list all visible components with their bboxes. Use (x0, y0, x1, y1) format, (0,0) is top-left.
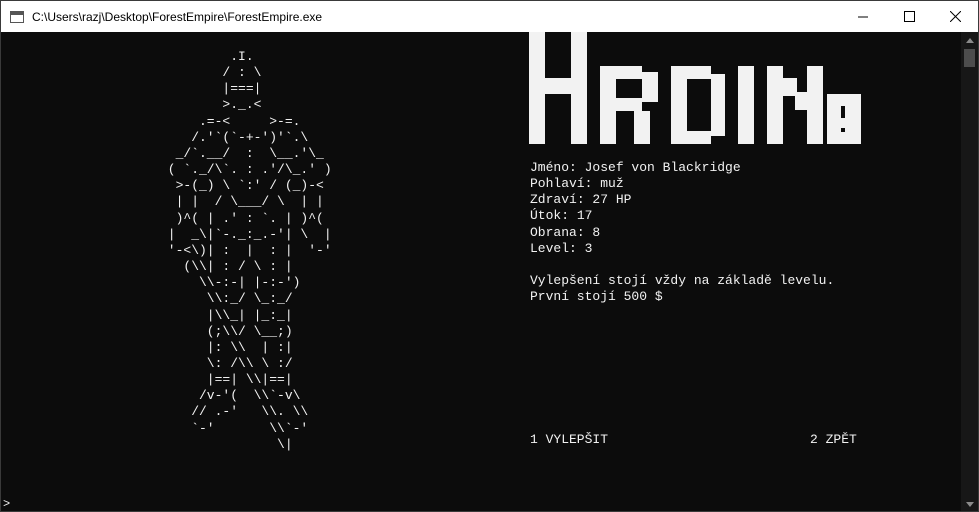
stat-label: Level (530, 240, 570, 256)
stat-line: Jméno: Josef von Blackridge (530, 160, 741, 175)
console-window: C:\Users\razj\Desktop\ForestEmpire\Fores… (0, 0, 979, 512)
minimize-icon (858, 16, 868, 17)
close-button[interactable] (932, 1, 978, 32)
first-upgrade-cost: První stojí 500 $ (530, 289, 663, 305)
stat-label: Jméno (530, 160, 570, 175)
stat-value: 3 (584, 240, 593, 256)
stat-label: Pohlaví (530, 176, 585, 192)
scroll-thumb[interactable] (964, 49, 975, 67)
stat-line: Útok: 17 (530, 208, 593, 224)
maximize-button[interactable] (886, 1, 932, 32)
stat-line: Pohlaví: muž (530, 176, 624, 192)
scroll-down-arrow-icon[interactable] (961, 496, 978, 511)
stat-value: 8 (592, 224, 601, 240)
maximize-icon (903, 11, 915, 22)
stat-label: Zdraví (530, 192, 577, 208)
menu-upgrade-option[interactable]: 1 VYLEPŠIT (530, 432, 608, 447)
upgrade-note: Vylepšení stojí vždy na základě levelu. (530, 272, 835, 288)
stat-value: Josef von Blackridge (584, 160, 741, 175)
stat-line: Level: 3 (530, 240, 593, 256)
hero-stats: Jméno: Josef von Blackridge Pohlaví: muž Z… (530, 160, 834, 257)
menu-back-option[interactable]: 2 ZPĚT (810, 432, 857, 447)
console-output[interactable]: .I. / : \ |===| >._.< .=-< >-=. /.'`(`-+… (1, 32, 961, 511)
hero-info: Jméno: Josef von Blackridge Pohlaví: muž Z… (530, 160, 834, 305)
vertical-scrollbar[interactable] (961, 32, 978, 511)
stat-value: muž (600, 176, 624, 192)
stat-line: Zdraví: 27 HP (530, 192, 632, 208)
close-icon (949, 11, 961, 22)
console-app-icon (10, 10, 24, 23)
hero-ascii-art: .I. / : \ |===| >._.< .=-< >-=. /.'`(`-+… (167, 49, 332, 452)
stat-line: Obrana: 8 (530, 224, 601, 240)
scroll-up-arrow-icon[interactable] (961, 32, 978, 49)
screen-heading (529, 32, 861, 144)
minimize-button[interactable] (840, 1, 886, 32)
stat-value: 17 (576, 208, 593, 224)
stat-label: Obrana (530, 224, 577, 240)
input-prompt[interactable]: > (3, 497, 10, 511)
window-title: C:\Users\razj\Desktop\ForestEmpire\Fores… (32, 9, 323, 24)
stat-value: 27 HP (592, 192, 632, 208)
title-bar[interactable]: C:\Users\razj\Desktop\ForestEmpire\Fores… (1, 1, 978, 32)
stat-label: Útok (530, 208, 562, 224)
